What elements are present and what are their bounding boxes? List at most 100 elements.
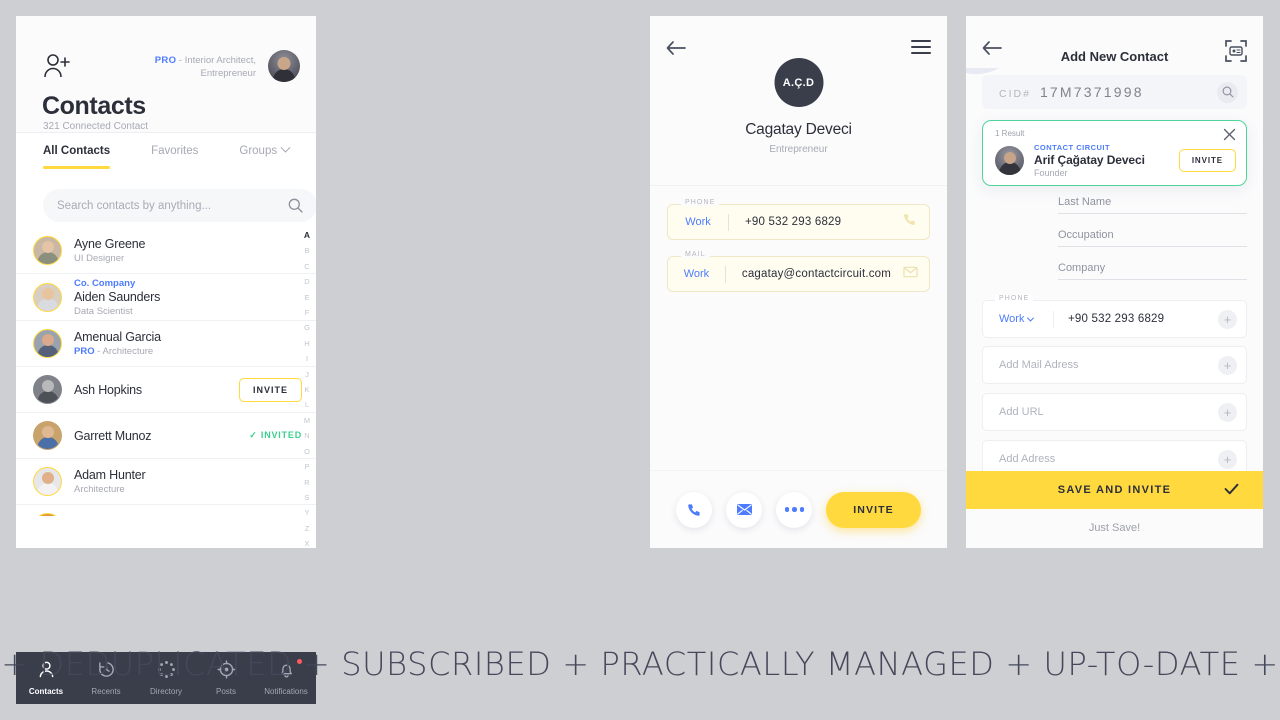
chevron-down-icon	[280, 142, 291, 153]
alpha-letter[interactable]: K	[304, 382, 309, 397]
alpha-letter[interactable]: E	[304, 290, 309, 305]
contact-subtitle-text: - Architecture	[97, 346, 154, 357]
phone-type-select[interactable]: Work	[999, 313, 1053, 325]
plus-icon[interactable]: +	[1218, 309, 1237, 329]
plus-icon[interactable]: +	[1218, 402, 1237, 422]
save-and-invite-button[interactable]: SAVE AND INVITE	[966, 471, 1263, 509]
pro-badge: PRO	[154, 55, 177, 66]
contact-subtitle: UI Designer	[74, 253, 125, 264]
avatar	[33, 467, 62, 496]
add-url-row[interactable]: Add URL +	[982, 393, 1247, 431]
avatar	[33, 375, 62, 404]
alpha-letter[interactable]: A	[304, 228, 310, 243]
table-row[interactable]: Adam Hunter Architecture	[16, 459, 316, 505]
check-icon	[1224, 483, 1239, 498]
tab-all-contacts[interactable]: All Contacts	[43, 133, 111, 169]
occupation-field[interactable]: Occupation	[1058, 225, 1247, 247]
add-mail-row[interactable]: Add Mail Adress +	[982, 346, 1247, 384]
contact-subtitle: Data Scientist	[74, 305, 133, 317]
close-icon[interactable]	[1223, 128, 1236, 141]
mail-value: cagatay@contactcircuit.com	[741, 268, 892, 280]
plus-icon[interactable]: +	[1218, 355, 1237, 375]
table-row[interactable]: Co. Company Aiden Saunders Data Scientis…	[16, 274, 316, 321]
alpha-letter[interactable]: C	[304, 259, 309, 274]
table-row[interactable]: Amenual Garcia PRO - Architecture	[16, 321, 316, 367]
mail-button[interactable]	[726, 491, 763, 528]
phone-label: Work	[685, 216, 711, 228]
search-result-card: 1 Result CONTACT CIRCUIT Arif Çağatay De…	[982, 120, 1247, 186]
table-row[interactable]: Garrett Munoz ✓ INVITED	[16, 413, 316, 459]
table-row[interactable]	[16, 505, 316, 516]
more-button[interactable]	[776, 491, 813, 528]
phone-field[interactable]: PHONE Work +90 532 293 6829	[667, 199, 930, 240]
contacts-panel: PRO - Interior Architect, Entrepreneur C…	[16, 16, 316, 548]
alpha-letter[interactable]: M	[304, 413, 310, 428]
tab-label: Groups	[239, 144, 278, 157]
plus-icon[interactable]: +	[1218, 449, 1237, 469]
alpha-letter[interactable]: X	[304, 536, 309, 548]
cid-search-input[interactable]: CID# 17M7371998	[982, 75, 1247, 109]
alpha-letter[interactable]: I	[306, 351, 308, 366]
alpha-letter[interactable]: F	[305, 305, 310, 320]
mail-icon[interactable]	[891, 265, 929, 283]
mail-icon	[736, 504, 752, 515]
invite-button[interactable]: INVITE	[1178, 149, 1236, 172]
hamburger-icon[interactable]	[911, 40, 931, 58]
result-row[interactable]: CONTACT CIRCUIT Arif Çağatay Deveci Foun…	[995, 143, 1236, 178]
contact-subtitle: PRO - Architecture	[74, 346, 302, 357]
user-role: PRO - Interior Architect, Entrepreneur	[146, 54, 256, 80]
contact-info: Ayne Greene UI Designer	[74, 237, 302, 264]
invite-button[interactable]: INVITE	[826, 491, 921, 528]
alpha-letter[interactable]: B	[304, 243, 309, 258]
role-text: - Interior Architect, Entrepreneur	[178, 55, 256, 79]
avatar	[33, 236, 62, 265]
search-input[interactable]: Search contacts by anything...	[43, 189, 316, 222]
phone-row[interactable]: PHONE Work +90 532 293 6829 +	[982, 295, 1247, 338]
alpha-letter[interactable]: H	[304, 336, 309, 351]
contact-name: Adam Hunter	[74, 468, 146, 482]
mail-field[interactable]: MAIL Work cagatay@contactcircuit.com	[667, 251, 930, 292]
table-row[interactable]: Ayne Greene UI Designer	[16, 228, 316, 274]
scan-card-icon[interactable]	[1225, 40, 1247, 62]
add-contact-panel: Add New Contact CID# 17M7371998 Last Nam…	[966, 16, 1263, 548]
company-field[interactable]: Company	[1058, 258, 1247, 280]
cid-search-button[interactable]	[1217, 81, 1238, 103]
alpha-letter[interactable]: S	[304, 490, 309, 505]
contact-name: Cagatay Deveci	[745, 121, 852, 138]
field-caption: PHONE	[681, 199, 720, 206]
alpha-letter[interactable]: Y	[304, 505, 309, 520]
avatar	[995, 146, 1024, 175]
status-badge: ✓ INVITED	[249, 430, 302, 441]
just-save-link[interactable]: Just Save!	[966, 522, 1263, 534]
alpha-letter[interactable]: D	[304, 274, 309, 289]
tab-groups[interactable]: Groups	[239, 133, 291, 169]
alpha-letter[interactable]: Z	[305, 521, 310, 536]
status-label: INVITED	[260, 430, 302, 440]
alpha-letter[interactable]: G	[304, 320, 310, 335]
result-role: Founder	[1034, 168, 1068, 178]
alpha-letter[interactable]: L	[305, 397, 309, 412]
save-label: SAVE AND INVITE	[1057, 484, 1172, 496]
alpha-letter[interactable]: J	[305, 367, 309, 382]
contacts-list[interactable]: Ayne Greene UI Designer Co. Company Aide…	[16, 228, 316, 516]
tab-label: All Contacts	[43, 144, 111, 157]
alpha-letter[interactable]: N	[304, 428, 309, 443]
alpha-letter[interactable]: O	[304, 444, 310, 459]
avatar[interactable]	[268, 50, 300, 82]
table-row[interactable]: Ash Hopkins INVITE	[16, 367, 316, 413]
tab-favorites[interactable]: Favorites	[151, 133, 198, 169]
back-arrow-icon[interactable]	[665, 40, 687, 56]
alpha-letter[interactable]: R	[304, 475, 309, 490]
alpha-letter[interactable]: P	[304, 459, 309, 474]
phone-value: +90 532 293 6829	[1068, 313, 1165, 325]
alphabet-index[interactable]: A B C D E F G H I J K L M N O P R S Y Z …	[300, 228, 314, 548]
invite-button[interactable]: INVITE	[238, 377, 302, 402]
call-button[interactable]	[676, 491, 713, 528]
last-name-field[interactable]: Last Name	[1058, 192, 1247, 214]
search-icon	[1222, 86, 1233, 98]
contact-subtitle: Architecture	[74, 484, 125, 495]
contact-company: Co. Company	[74, 277, 136, 289]
add-user-icon[interactable]	[42, 52, 72, 80]
footer-banner: + DEDUPLICATED + SUBSCRIBED + PRACTICALL…	[1, 645, 1279, 683]
phone-icon[interactable]	[889, 212, 929, 232]
